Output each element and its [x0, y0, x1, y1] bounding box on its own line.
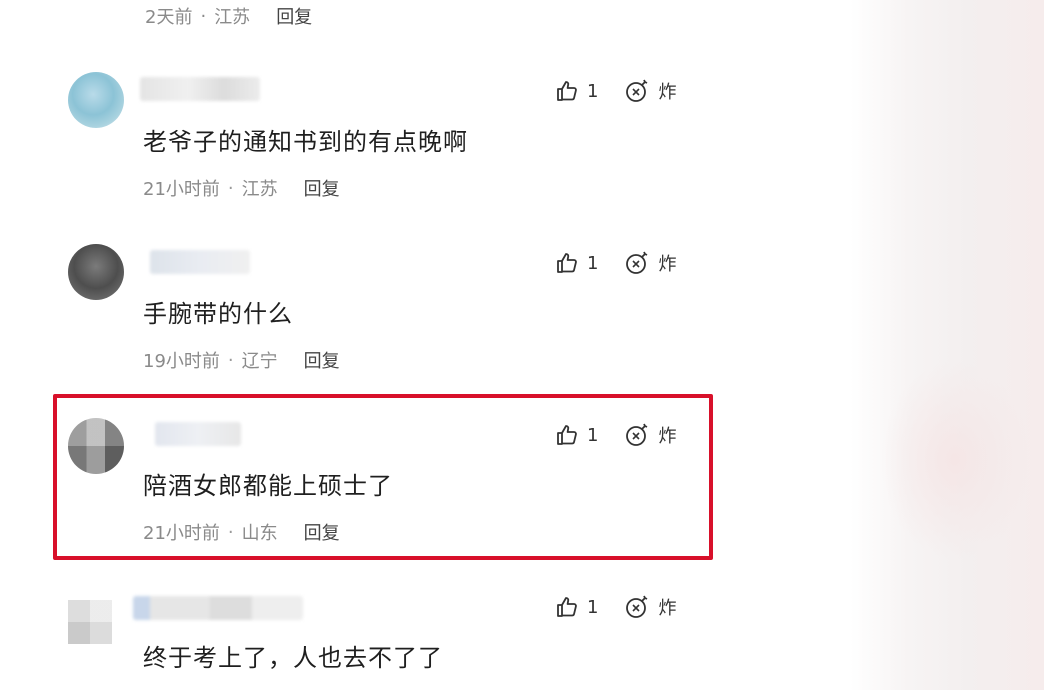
- comment-location: 辽宁: [241, 351, 278, 372]
- reply-button[interactable]: 回复: [304, 347, 340, 373]
- username-redacted[interactable]: [150, 250, 250, 274]
- bomb-button[interactable]: 炸: [624, 250, 676, 276]
- avatar[interactable]: [68, 72, 124, 128]
- comment-actions: 1 炸: [555, 250, 676, 276]
- like-button[interactable]: 1: [555, 595, 598, 619]
- username-redacted[interactable]: [140, 77, 260, 101]
- like-button[interactable]: 1: [555, 79, 598, 103]
- meta-separator: ·: [227, 349, 234, 371]
- thumbs-up-icon: [555, 595, 579, 619]
- like-count: 1: [587, 80, 599, 102]
- comment-location: 江苏: [241, 179, 278, 200]
- like-count: 1: [587, 252, 599, 274]
- comment-time: 19小时前: [143, 351, 220, 372]
- bomb-icon: [624, 250, 650, 276]
- comment-meta-previous: 2天前 · 江苏 回复: [145, 3, 312, 29]
- avatar[interactable]: [68, 244, 124, 300]
- username-redacted[interactable]: [133, 596, 303, 620]
- bomb-icon: [624, 78, 650, 104]
- meta-separator: ·: [227, 177, 234, 199]
- comment-feed: 2天前 · 江苏 回复 1 炸 老爷子的通知书到的有点晚啊 21小时前 · 江苏…: [0, 0, 1044, 690]
- blurred-background-edge: [850, 0, 1044, 690]
- bomb-label: 炸: [658, 598, 677, 619]
- comment-text: 手腕带的什么: [143, 300, 293, 328]
- comment-time: 21小时前: [143, 179, 220, 200]
- comment-actions: 1 炸: [555, 594, 676, 620]
- comment-meta: 21小时前 · 江苏 回复: [143, 175, 340, 201]
- bomb-label: 炸: [658, 82, 677, 103]
- thumbs-up-icon: [555, 79, 579, 103]
- highlight-box: [53, 394, 713, 560]
- like-button[interactable]: 1: [555, 251, 598, 275]
- like-count: 1: [587, 596, 599, 618]
- reply-button[interactable]: 回复: [304, 175, 340, 201]
- bomb-icon: [624, 594, 650, 620]
- comment-actions: 1 炸: [555, 78, 676, 104]
- bomb-label: 炸: [658, 254, 677, 275]
- avatar[interactable]: [68, 600, 112, 644]
- meta-separator: ·: [200, 5, 207, 27]
- thumbs-up-icon: [555, 251, 579, 275]
- comment-text: 老爷子的通知书到的有点晚啊: [143, 128, 468, 156]
- comment-location: 江苏: [214, 7, 251, 28]
- comment-meta: 19小时前 · 辽宁 回复: [143, 347, 340, 373]
- comment-time: 2天前: [145, 7, 193, 28]
- comment-text: 终于考上了，人也去不了了: [143, 644, 443, 672]
- bomb-button[interactable]: 炸: [624, 78, 676, 104]
- reply-button[interactable]: 回复: [276, 3, 312, 29]
- bomb-button[interactable]: 炸: [624, 594, 676, 620]
